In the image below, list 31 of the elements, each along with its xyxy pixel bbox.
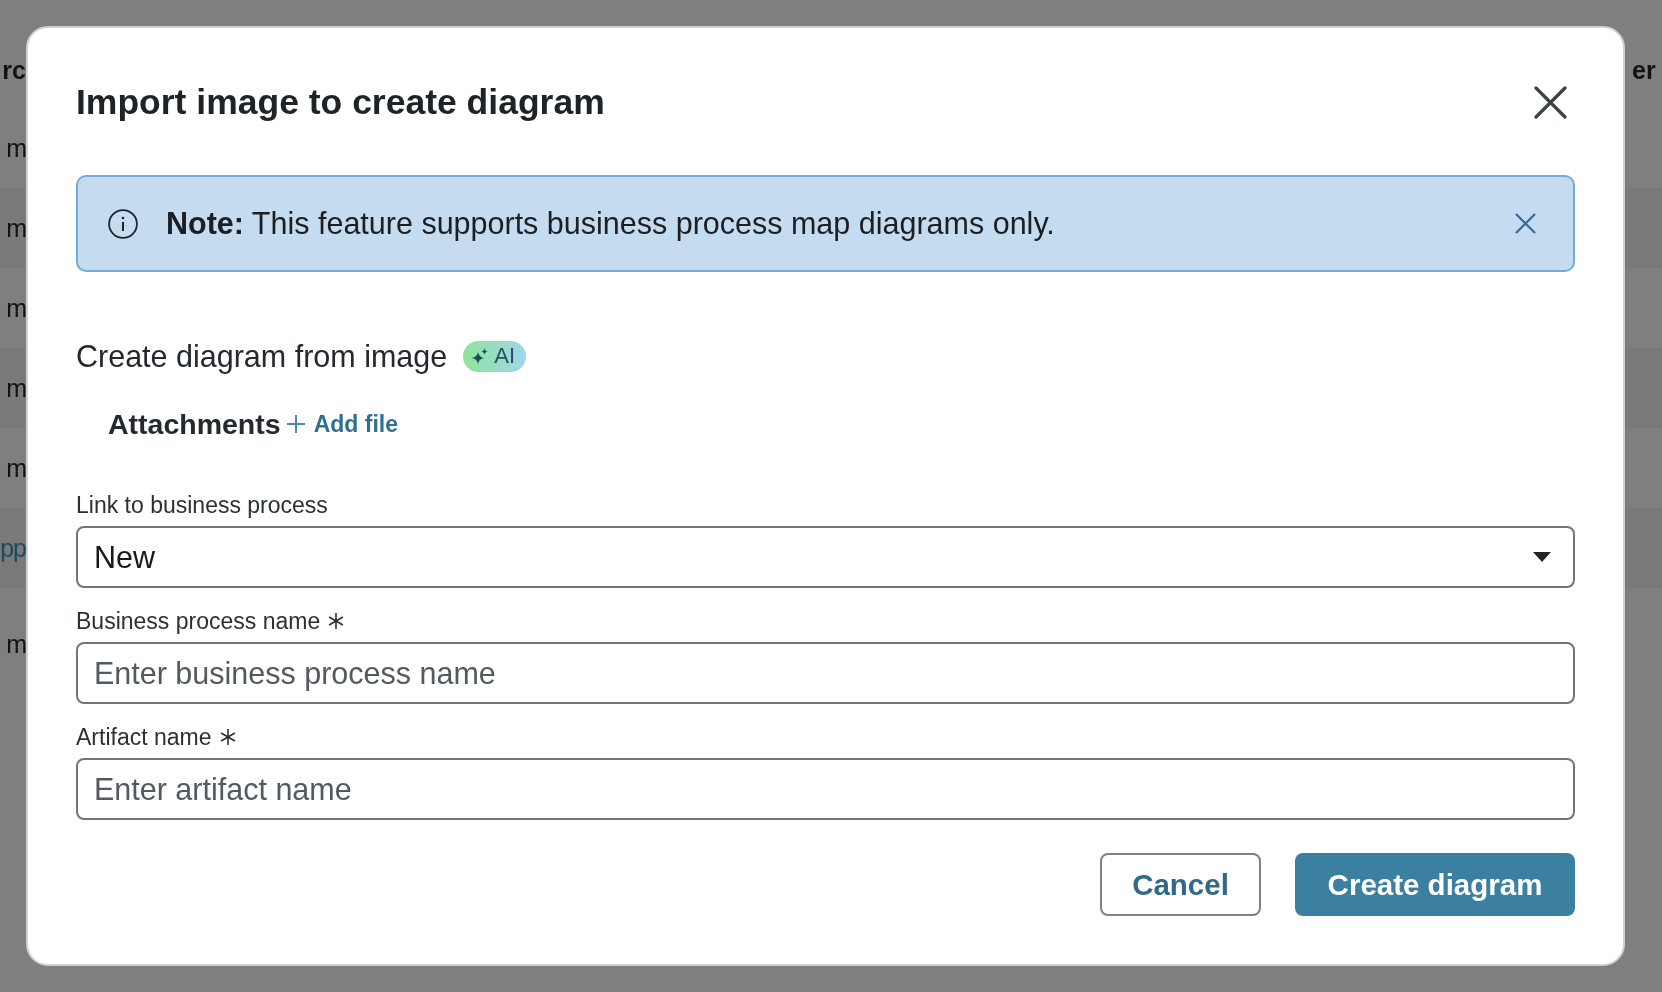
text-input[interactable]: Enter business process name <box>76 642 1575 704</box>
cell-text: m <box>6 133 26 164</box>
info-icon <box>108 208 138 239</box>
field-label: Link to business process <box>76 491 328 519</box>
close-icon <box>1515 213 1536 234</box>
secondary-button[interactable]: Cancel <box>1100 853 1261 916</box>
cell-text: m <box>6 629 26 660</box>
field-label: Business process name <box>76 607 321 635</box>
dropdown-field[interactable]: New <box>76 526 1575 588</box>
link-text: pp <box>0 533 26 564</box>
cell-text: m <box>6 213 26 244</box>
column-heading: rc <box>2 55 26 86</box>
ai-label: AI <box>494 343 516 369</box>
attachments-label: Attachments <box>108 407 281 441</box>
plus-icon <box>286 415 305 433</box>
note-text: Note: This feature supports business process map diagrams only. <box>166 206 1056 241</box>
close-icon <box>1534 85 1567 119</box>
add-file-link[interactable]: Add file <box>286 410 398 438</box>
caret-icon <box>1533 552 1551 562</box>
close-button[interactable] <box>1534 85 1567 119</box>
primary-button[interactable]: Create diagram <box>1295 853 1575 916</box>
field-label: Artifact name <box>76 723 212 751</box>
section-heading: Create diagram from image <box>76 338 448 374</box>
dialog-title: Import image to create diagram <box>76 81 605 124</box>
text-input[interactable]: Enter artifact name <box>76 758 1575 820</box>
cell-text: m <box>6 293 26 324</box>
sparkle-icon <box>472 348 489 364</box>
cell-text: m <box>6 453 26 484</box>
column-heading: er <box>1632 55 1656 86</box>
dismiss-button[interactable] <box>1515 213 1536 234</box>
cell-text: m <box>6 373 26 404</box>
